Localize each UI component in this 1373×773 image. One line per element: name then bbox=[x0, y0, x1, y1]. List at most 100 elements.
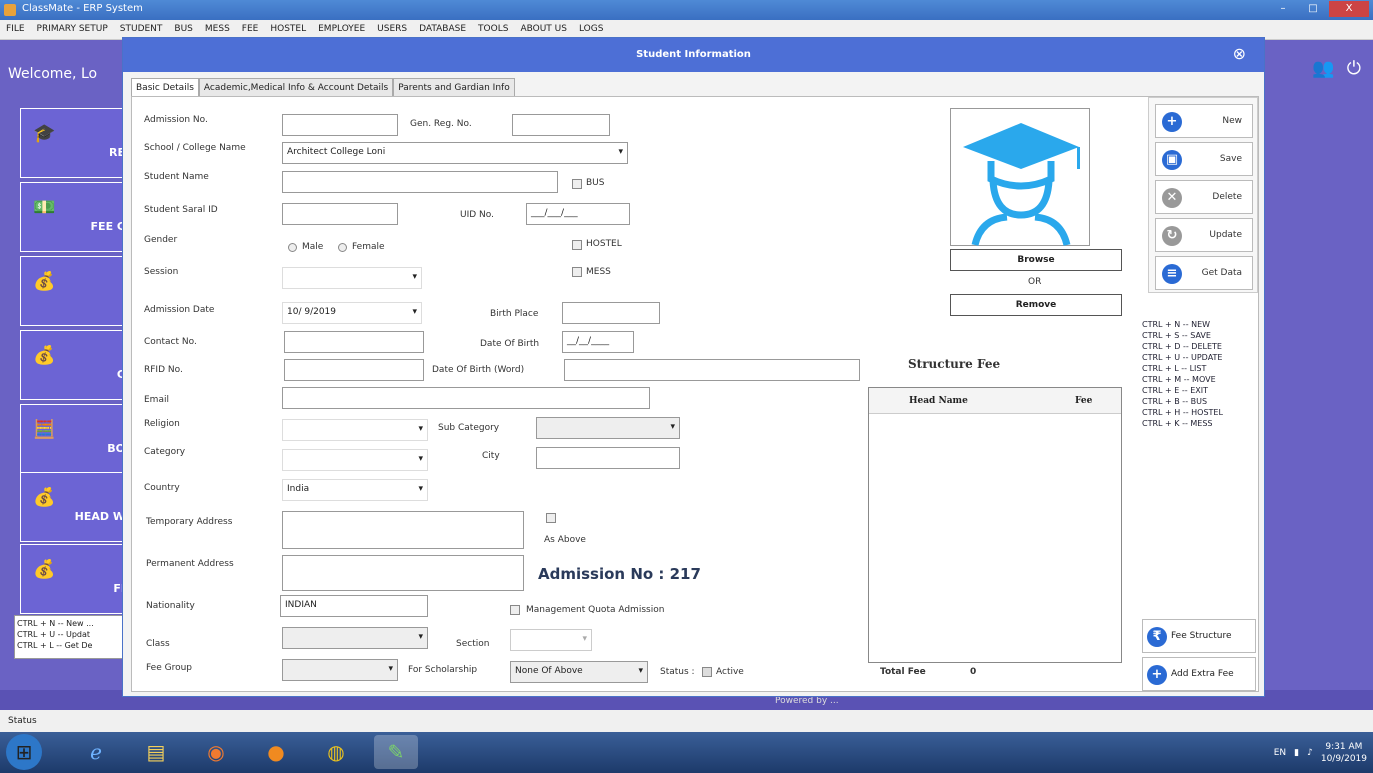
sub-category-select[interactable] bbox=[536, 417, 680, 439]
birth-place-input[interactable] bbox=[562, 302, 660, 324]
network-icon[interactable]: ▮ bbox=[1294, 748, 1299, 758]
menu-about-us[interactable]: ABOUT US bbox=[520, 24, 567, 35]
category-select[interactable] bbox=[282, 449, 428, 471]
get-data-button[interactable]: ≡ Get Data bbox=[1155, 256, 1253, 290]
uid-input[interactable]: ___/___/___ bbox=[526, 203, 630, 225]
update-button[interactable]: ↻ Update bbox=[1155, 218, 1253, 252]
tile-4[interactable]: 💰 C bbox=[20, 330, 130, 400]
scholarship-select[interactable]: None Of Above bbox=[510, 661, 648, 683]
menu-fee[interactable]: FEE bbox=[242, 24, 259, 35]
menu-hostel[interactable]: HOSTEL bbox=[270, 24, 306, 35]
menu-database[interactable]: DATABASE bbox=[419, 24, 466, 35]
window-titlebar: ClassMate - ERP System – □ X bbox=[0, 0, 1373, 20]
volume-icon[interactable]: ♪ bbox=[1307, 748, 1313, 758]
religion-select[interactable] bbox=[282, 419, 428, 441]
mgmt-quota-label: Management Quota Admission bbox=[526, 605, 665, 615]
top-icons: 👥 ⏻ bbox=[1312, 58, 1361, 79]
explorer-taskbar-button[interactable]: ▤ bbox=[134, 735, 178, 769]
status-label: Status : bbox=[660, 667, 695, 677]
admission-no-input[interactable] bbox=[282, 114, 398, 136]
system-tray: EN ▮ ♪ 9:31 AM 10/9/2019 bbox=[1274, 732, 1367, 773]
menu-file[interactable]: FILE bbox=[6, 24, 25, 35]
saral-id-input[interactable] bbox=[282, 203, 398, 225]
contact-input[interactable] bbox=[284, 331, 424, 353]
email-label: Email bbox=[144, 395, 169, 405]
school-select[interactable]: Architect College Loni bbox=[282, 142, 628, 164]
hostel-checkbox[interactable] bbox=[572, 240, 582, 250]
nationality-input[interactable]: INDIAN bbox=[280, 595, 428, 617]
media-taskbar-button[interactable]: ◉ bbox=[194, 735, 238, 769]
clock[interactable]: 9:31 AM 10/9/2019 bbox=[1321, 741, 1367, 765]
menu-employee[interactable]: EMPLOYEE bbox=[318, 24, 365, 35]
menu-student[interactable]: STUDENT bbox=[120, 24, 163, 35]
tab-academic-medical[interactable]: Academic,Medical Info & Account Details bbox=[198, 78, 394, 97]
menu-users[interactable]: USERS bbox=[377, 24, 407, 35]
user-icon[interactable]: 👥 bbox=[1312, 58, 1334, 79]
fee-structure-button[interactable]: ₹ Fee Structure bbox=[1142, 619, 1256, 653]
gender-label: Gender bbox=[144, 235, 178, 245]
delete-button[interactable]: ✕ Delete bbox=[1155, 180, 1253, 214]
gen-reg-input[interactable] bbox=[512, 114, 610, 136]
taskbar: ⊞ ℯ ▤ ◉ ● ◍ ✎ EN ▮ ♪ 9:31 AM 10/9/2019 bbox=[0, 732, 1373, 773]
menu-primary-setup[interactable]: PRIMARY SETUP bbox=[37, 24, 108, 35]
category-label: Category bbox=[144, 447, 186, 457]
admission-date-picker[interactable]: 10/ 9/2019 bbox=[282, 302, 422, 324]
minimize-button[interactable]: – bbox=[1269, 1, 1297, 17]
menu-tools[interactable]: TOOLS bbox=[478, 24, 508, 35]
as-above-checkbox[interactable] bbox=[546, 513, 556, 523]
female-radio[interactable] bbox=[338, 243, 347, 252]
start-button[interactable]: ⊞ bbox=[6, 734, 42, 770]
window-controls: – □ X bbox=[1269, 1, 1369, 19]
menu-mess[interactable]: MESS bbox=[205, 24, 230, 35]
tile-register[interactable]: 🎓 RE bbox=[20, 108, 130, 178]
money-bag-icon: 💰 bbox=[33, 271, 56, 292]
rfid-input[interactable] bbox=[284, 359, 424, 381]
maximize-button[interactable]: □ bbox=[1299, 1, 1327, 17]
app-taskbar-button[interactable]: ✎ bbox=[374, 735, 418, 769]
close-button[interactable]: X bbox=[1329, 1, 1369, 17]
tile-head-wise[interactable]: 💰 HEAD W bbox=[20, 472, 130, 542]
power-icon[interactable]: ⏻ bbox=[1347, 58, 1361, 79]
class-select[interactable] bbox=[282, 627, 428, 649]
tile-3[interactable]: 💰 bbox=[20, 256, 130, 326]
country-select[interactable]: India bbox=[282, 479, 428, 501]
dialog-close-icon[interactable]: ⊗ bbox=[1233, 44, 1246, 64]
mess-checkbox[interactable] bbox=[572, 267, 582, 277]
remove-button[interactable]: Remove bbox=[950, 294, 1122, 316]
male-radio[interactable] bbox=[288, 243, 297, 252]
city-input[interactable] bbox=[536, 447, 680, 469]
browse-button[interactable]: Browse bbox=[950, 249, 1122, 271]
email-input[interactable] bbox=[282, 387, 650, 409]
graduate-icon: 🎓 bbox=[33, 123, 56, 144]
session-select[interactable] bbox=[282, 267, 422, 289]
student-name-input[interactable] bbox=[282, 171, 558, 193]
firefox-taskbar-button[interactable]: ● bbox=[254, 735, 298, 769]
tile-books[interactable]: 🧮 BO bbox=[20, 404, 130, 474]
left-shortcuts: CTRL + N -- New ... CTRL + U -- Updat CT… bbox=[14, 615, 124, 659]
add-extra-fee-button[interactable]: + Add Extra Fee bbox=[1142, 657, 1256, 691]
perm-address-input[interactable] bbox=[282, 555, 524, 591]
tab-parents[interactable]: Parents and Gardian Info bbox=[393, 78, 515, 97]
paint-icon: ✎ bbox=[387, 740, 405, 764]
active-checkbox[interactable] bbox=[702, 667, 712, 677]
language-indicator[interactable]: EN bbox=[1274, 748, 1286, 758]
tab-basic-details[interactable]: Basic Details bbox=[131, 78, 199, 97]
menu-logs[interactable]: LOGS bbox=[579, 24, 603, 35]
bus-checkbox[interactable] bbox=[572, 179, 582, 189]
tile-fee-collection[interactable]: 💵 FEE C bbox=[20, 182, 130, 252]
dob-word-input[interactable] bbox=[564, 359, 860, 381]
chrome-taskbar-button[interactable]: ◍ bbox=[314, 735, 358, 769]
temp-address-input[interactable] bbox=[282, 511, 524, 549]
student-photo bbox=[950, 108, 1090, 246]
ie-taskbar-button[interactable]: ℯ bbox=[74, 735, 118, 769]
section-select[interactable] bbox=[510, 629, 592, 651]
save-button[interactable]: ▣ Save bbox=[1155, 142, 1253, 176]
col-fee: Fee bbox=[1075, 396, 1093, 406]
menu-bus[interactable]: BUS bbox=[174, 24, 192, 35]
new-button[interactable]: + New bbox=[1155, 104, 1253, 138]
dob-input[interactable]: __/__/____ bbox=[562, 331, 634, 353]
mgmt-quota-checkbox[interactable] bbox=[510, 605, 520, 615]
fee-group-select[interactable] bbox=[282, 659, 398, 681]
structure-fee-header: Head Name Fee bbox=[869, 388, 1121, 414]
tile-7[interactable]: 💰 FI bbox=[20, 544, 130, 614]
